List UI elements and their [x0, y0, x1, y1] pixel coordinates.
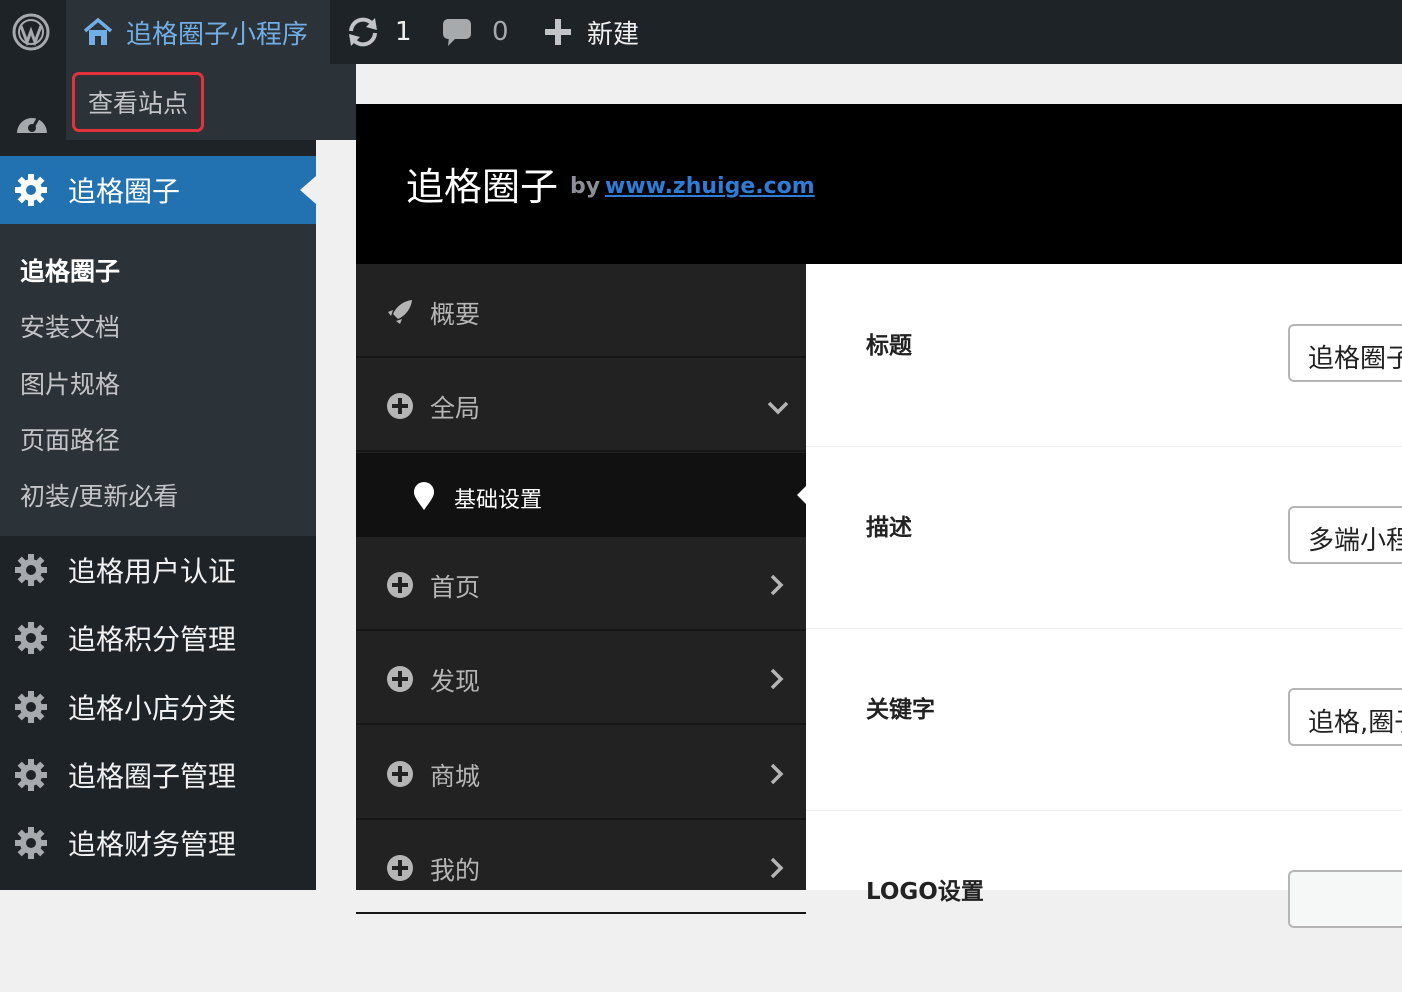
sidebar-item-label: 追格积分管理 — [68, 623, 237, 656]
sidebar-item-finance[interactable]: 追格财务管理 — [0, 809, 316, 877]
field-logo: LOGO设置 — [806, 810, 1402, 992]
panel-top-strip — [356, 64, 1402, 104]
submenu-item-install-update-notes[interactable]: 初装/更新必看 — [20, 477, 178, 513]
nav-subitem-label: 基础设置 — [454, 488, 543, 513]
gear-icon — [14, 173, 48, 214]
plugin-header: 追格圈子 by www.zhuige.com — [356, 104, 1402, 264]
nav-item-global[interactable]: 全局 — [356, 358, 806, 452]
chevron-right-icon — [766, 667, 786, 697]
plugin-by: by — [570, 174, 601, 199]
nav-item-home[interactable]: 首页 — [356, 537, 806, 631]
nav-item-label: 我的 — [430, 856, 481, 885]
rocket-icon — [386, 298, 414, 332]
comments-count: 0 — [492, 17, 509, 47]
gear-icon — [14, 553, 48, 594]
chevron-right-icon — [766, 762, 786, 792]
active-indicator — [797, 486, 806, 504]
gear-icon — [14, 826, 48, 867]
nav-item-discover[interactable]: 发现 — [356, 631, 806, 725]
nav-item-label: 首页 — [430, 573, 481, 602]
plus-circle-icon — [386, 392, 414, 426]
sidebar-item-label: 追格圈子管理 — [68, 760, 237, 793]
nav-subitem-basic-settings[interactable]: 基础设置 — [356, 453, 806, 537]
sidebar-item-label: 追格财务管理 — [68, 828, 237, 861]
settings-content: 标题 追格圈子 描述 多端小程序 关键字 追格,圈子 LOGO设置 — [806, 264, 1402, 928]
view-site-link[interactable]: 查看站点 — [72, 72, 204, 132]
field-description: 描述 多端小程序 — [806, 446, 1402, 629]
nav-item-overview[interactable]: 概要 — [356, 264, 806, 358]
plugin-title: 追格圈子 — [406, 165, 559, 209]
gear-icon — [14, 621, 48, 662]
keywords-input[interactable]: 追格,圈子 — [1288, 688, 1402, 746]
admin-sidebar: 追格圈子 追格圈子 安装文档 图片规格 页面路径 初装/更新必看 追格用户认证 … — [0, 64, 316, 890]
sidebar-item-zhuige-quanzi[interactable]: 追格圈子 — [0, 156, 316, 224]
submenu-item-zhuige-quanzi[interactable]: 追格圈子 — [20, 252, 120, 288]
description-input[interactable]: 多端小程序 — [1288, 506, 1402, 564]
sidebar-item-label: 追格小店分类 — [68, 692, 237, 725]
chevron-right-icon — [766, 856, 786, 886]
nav-item-label: 全局 — [430, 394, 481, 423]
chevron-right-icon — [766, 573, 786, 603]
sidebar-item-user-auth[interactable]: 追格用户认证 — [0, 536, 316, 604]
submenu-item-image-specs[interactable]: 图片规格 — [20, 365, 120, 401]
comments-button[interactable]: 0 — [442, 0, 509, 64]
field-label: 描述 — [866, 515, 912, 541]
plugin-website-link[interactable]: www.zhuige.com — [605, 174, 815, 199]
plus-circle-icon — [386, 760, 414, 794]
dashboard-icon[interactable] — [14, 106, 50, 140]
refresh-icon — [349, 17, 377, 47]
sidebar-item-label: 追格用户认证 — [68, 555, 237, 588]
plus-circle-icon — [386, 571, 414, 605]
nav-item-mine[interactable]: 我的 — [356, 820, 806, 914]
current-indicator — [300, 176, 316, 204]
gear-icon — [14, 758, 48, 799]
title-input[interactable]: 追格圈子 — [1288, 324, 1402, 382]
field-title: 标题 追格圈子 — [806, 264, 1402, 447]
wordpress-logo-icon[interactable] — [0, 0, 62, 64]
map-pin-icon — [412, 481, 436, 517]
nav-item-label: 概要 — [430, 300, 481, 329]
nav-item-label: 商城 — [430, 762, 481, 791]
plus-circle-icon — [386, 854, 414, 888]
admin-bar: 追格圈子小程序 1 0 新建 — [0, 0, 1402, 64]
new-label: 新建 — [587, 19, 640, 50]
home-icon — [83, 17, 113, 45]
sidebar-item-label: 追格圈子 — [68, 175, 181, 208]
plus-icon — [545, 19, 571, 45]
sidebar-item-shop-categories[interactable]: 追格小店分类 — [0, 673, 316, 741]
sidebar-submenu: 追格圈子 安装文档 图片规格 页面路径 初装/更新必看 — [0, 224, 316, 536]
logo-upload-field[interactable] — [1288, 870, 1402, 928]
submenu-item-page-paths[interactable]: 页面路径 — [20, 421, 120, 457]
nav-item-label: 发现 — [430, 667, 481, 696]
comment-icon — [443, 19, 471, 46]
site-dropdown: 查看站点 — [66, 64, 386, 140]
submenu-item-install-docs[interactable]: 安装文档 — [20, 308, 120, 344]
field-label: 标题 — [866, 333, 912, 359]
updates-button[interactable]: 1 — [345, 0, 412, 64]
site-name-label: 追格圈子小程序 — [126, 19, 309, 50]
field-label: 关键字 — [866, 697, 935, 723]
gear-icon — [14, 690, 48, 731]
chevron-down-icon — [766, 394, 790, 423]
field-label: LOGO设置 — [866, 879, 984, 905]
plus-circle-icon — [386, 665, 414, 699]
nav-item-mall[interactable]: 商城 — [356, 726, 806, 820]
plugin-nav: 概要 全局 基础设置 首页 发现 商城 我的 — [356, 264, 806, 914]
sidebar-item-circle-management[interactable]: 追格圈子管理 — [0, 741, 316, 809]
field-keywords: 关键字 追格,圈子 — [806, 628, 1402, 811]
site-name-menu[interactable]: 追格圈子小程序 — [66, 0, 330, 64]
sidebar-item-points[interactable]: 追格积分管理 — [0, 604, 316, 672]
updates-count: 1 — [395, 17, 412, 47]
new-content-button[interactable]: 新建 — [543, 0, 639, 64]
